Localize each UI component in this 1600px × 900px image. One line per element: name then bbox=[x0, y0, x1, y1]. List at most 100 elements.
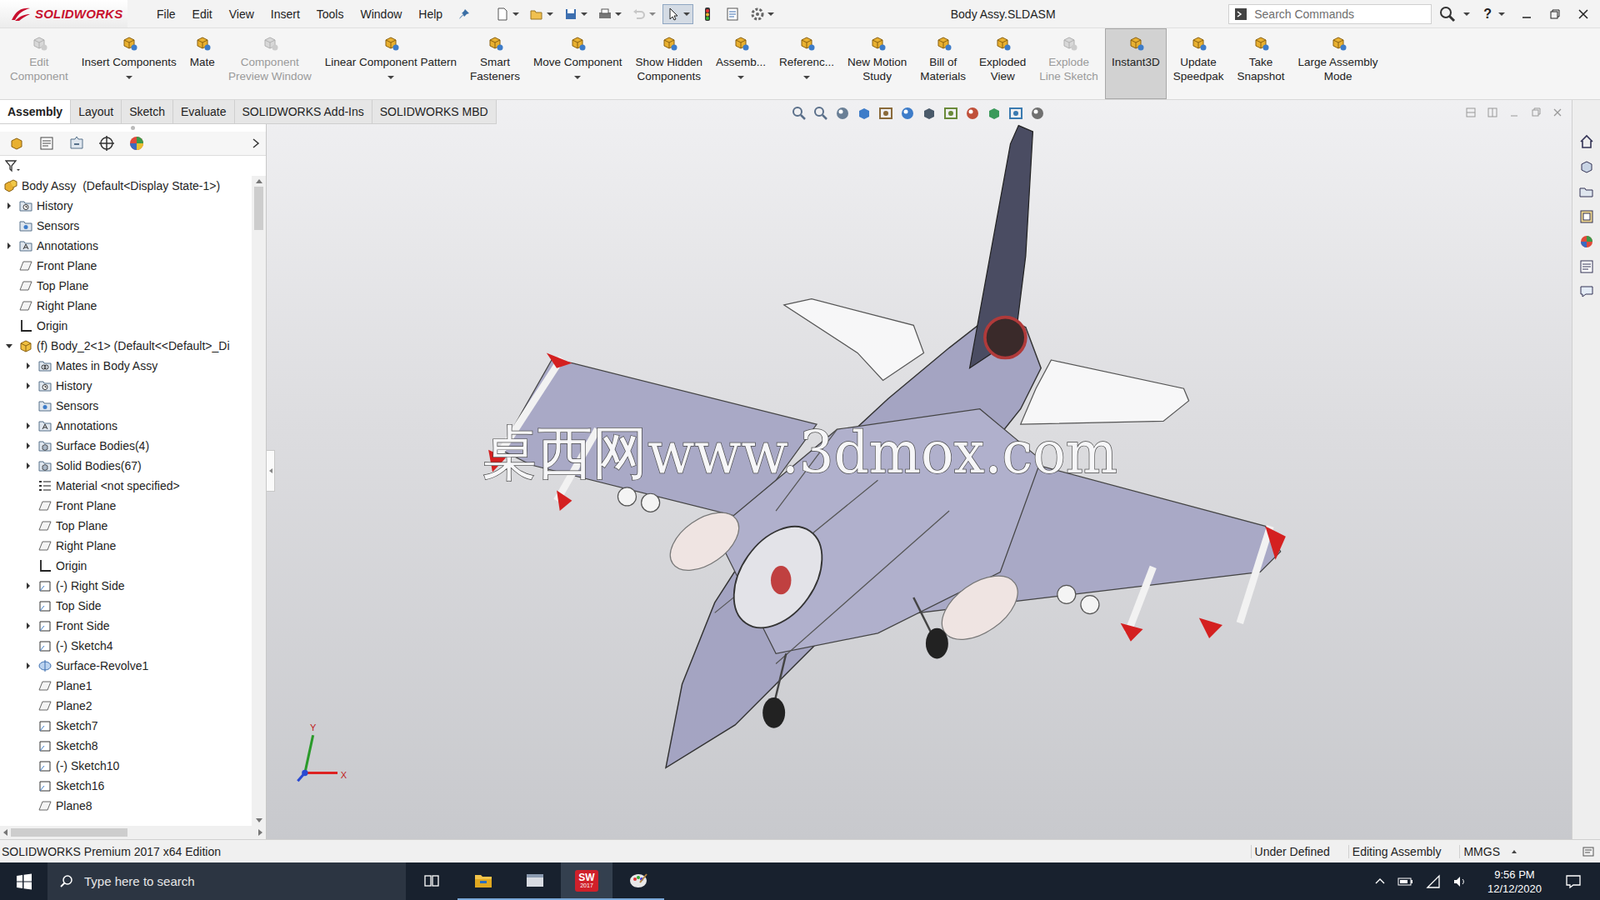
view-tool-icon[interactable] bbox=[920, 105, 938, 122]
taskbar-app[interactable] bbox=[509, 862, 561, 900]
property-manager-icon[interactable] bbox=[37, 134, 56, 153]
expander-icon[interactable] bbox=[22, 441, 35, 450]
ribbon-button[interactable]: ComponentPreview Window bbox=[221, 28, 319, 100]
tree-item[interactable]: Annotations bbox=[0, 415, 252, 436]
view-tool-icon[interactable] bbox=[964, 105, 981, 122]
view-tool-icon[interactable] bbox=[855, 105, 873, 122]
dropdown-caret[interactable] bbox=[649, 12, 656, 16]
view-tool-icon[interactable] bbox=[899, 105, 916, 122]
magnifier-icon[interactable] bbox=[1438, 5, 1457, 24]
ribbon-button[interactable]: ExplodedView bbox=[972, 28, 1033, 100]
menu-item[interactable]: View bbox=[221, 4, 262, 25]
tree-item[interactable]: Front Plane bbox=[0, 495, 252, 516]
view-tool-icon[interactable] bbox=[834, 105, 851, 122]
ribbon-button[interactable]: New MotionStudy bbox=[840, 28, 914, 100]
command-tab[interactable]: Layout bbox=[70, 100, 122, 124]
solidworks-logo[interactable]: SOLIDWORKS bbox=[0, 0, 128, 28]
expander-icon[interactable] bbox=[22, 421, 35, 430]
tree-item[interactable]: Annotations bbox=[0, 235, 252, 256]
tree-item[interactable]: Body Assy (Default<Display State-1>) bbox=[0, 175, 252, 196]
status-item[interactable]: MMGS bbox=[1459, 845, 1504, 859]
quick-access-button[interactable] bbox=[746, 4, 778, 25]
quick-access-button[interactable] bbox=[696, 4, 719, 25]
ribbon-button[interactable]: Assemb... bbox=[709, 28, 773, 100]
status-item[interactable]: Editing Assembly bbox=[1348, 845, 1445, 859]
windows-start-icon[interactable] bbox=[15, 873, 33, 890]
menu-item[interactable]: Insert bbox=[263, 4, 308, 25]
tile-icon[interactable] bbox=[1465, 106, 1477, 119]
panel-grip[interactable] bbox=[0, 123, 266, 132]
expander-icon[interactable] bbox=[3, 341, 15, 350]
volume-icon[interactable] bbox=[1452, 874, 1468, 890]
panel-collapse-handle[interactable] bbox=[266, 450, 275, 492]
dropdown-caret[interactable] bbox=[737, 75, 745, 80]
pin-icon[interactable] bbox=[458, 8, 470, 20]
expander-icon[interactable] bbox=[22, 621, 35, 630]
feature-manager-icon[interactable] bbox=[7, 134, 26, 153]
tree-item[interactable]: Top Plane bbox=[0, 275, 252, 296]
ribbon-button[interactable]: ExplodeLine Sketch bbox=[1032, 28, 1105, 100]
tile-vertical-icon[interactable] bbox=[1486, 106, 1499, 119]
command-tab[interactable]: Sketch bbox=[121, 100, 174, 124]
view-tool-icon[interactable] bbox=[877, 105, 895, 122]
scrollbar-thumb[interactable] bbox=[10, 828, 128, 837]
quick-access-button[interactable] bbox=[628, 4, 660, 25]
close-icon[interactable] bbox=[1576, 7, 1590, 21]
clock[interactable]: 9:56 PM 12/12/2020 bbox=[1487, 867, 1542, 896]
palette-icon[interactable] bbox=[1578, 208, 1595, 225]
quick-access-button[interactable] bbox=[491, 4, 523, 25]
taskbar-app[interactable] bbox=[405, 862, 458, 900]
vertical-scrollbar[interactable] bbox=[251, 175, 266, 826]
dropdown-caret[interactable] bbox=[580, 12, 588, 16]
network-icon[interactable] bbox=[1425, 874, 1441, 890]
dropdown-caret[interactable] bbox=[546, 12, 554, 16]
tree-item[interactable]: Sketch7 bbox=[0, 715, 252, 736]
folder-icon[interactable] bbox=[1578, 183, 1595, 200]
quick-access-button[interactable] bbox=[594, 4, 625, 25]
units-menu-icon[interactable] bbox=[1511, 850, 1517, 854]
restore-icon[interactable] bbox=[1548, 7, 1562, 21]
ribbon-button[interactable]: Large AssemblyMode bbox=[1291, 28, 1385, 100]
tree-item[interactable]: Surface-Revolve1 bbox=[0, 655, 252, 676]
ribbon-button[interactable]: Instant3D bbox=[1105, 28, 1167, 100]
taskbar-search[interactable]: Type here to search bbox=[47, 862, 406, 900]
tree-item[interactable]: Right Plane bbox=[0, 535, 252, 556]
dimxpert-manager-icon[interactable] bbox=[97, 134, 116, 153]
chevron-right-icon[interactable] bbox=[250, 137, 261, 150]
ribbon-button[interactable]: SmartFasteners bbox=[463, 28, 527, 100]
forum-icon[interactable] bbox=[1578, 283, 1595, 300]
tree-item[interactable]: Mates in Body Assy bbox=[0, 355, 252, 376]
model-view[interactable]: 桌西网www.3dmox.comYX bbox=[266, 100, 1572, 840]
help-button[interactable]: ? bbox=[1483, 6, 1492, 22]
ribbon-button[interactable]: Show HiddenComponents bbox=[629, 28, 710, 100]
view-tool-icon[interactable] bbox=[985, 105, 1003, 122]
tree-item[interactable]: Front Side bbox=[0, 615, 252, 636]
tree-item[interactable]: Plane8 bbox=[0, 795, 252, 816]
command-tab[interactable]: SOLIDWORKS Add-Ins bbox=[235, 100, 373, 124]
quick-access-button[interactable] bbox=[721, 4, 744, 25]
expander-icon[interactable] bbox=[3, 201, 15, 210]
dropdown-caret[interactable] bbox=[803, 75, 810, 80]
tree-item[interactable]: Plane2 bbox=[0, 695, 252, 716]
dropdown-caret[interactable] bbox=[1498, 12, 1505, 16]
ribbon-button[interactable]: Bill ofMaterials bbox=[913, 28, 973, 100]
view-tool-icon[interactable] bbox=[1029, 105, 1046, 122]
ribbon-button[interactable]: Linear Component Pattern bbox=[318, 28, 464, 100]
appearance-icon[interactable] bbox=[1578, 233, 1595, 250]
menu-item[interactable]: Window bbox=[352, 4, 410, 25]
menu-item[interactable]: Help bbox=[410, 4, 450, 25]
dropdown-caret[interactable] bbox=[512, 12, 520, 16]
quick-access-button[interactable] bbox=[560, 4, 591, 25]
ribbon-button[interactable]: UpdateSpeedpak bbox=[1166, 28, 1231, 100]
dropdown-caret[interactable] bbox=[125, 75, 133, 80]
dropdown-caret[interactable] bbox=[767, 12, 775, 16]
status-icon[interactable] bbox=[1581, 845, 1595, 859]
status-item[interactable]: Under Defined bbox=[1250, 845, 1334, 859]
ribbon-button[interactable]: TakeSnapshot bbox=[1230, 28, 1291, 100]
tree-item[interactable]: Solid Bodies(67) bbox=[0, 455, 252, 476]
tree-item[interactable]: History bbox=[0, 375, 252, 396]
tree-item[interactable]: (-) Sketch4 bbox=[0, 635, 252, 656]
filter-icon[interactable] bbox=[5, 159, 22, 173]
ribbon-button[interactable]: Insert Components bbox=[75, 28, 184, 100]
view-tool-icon[interactable] bbox=[942, 105, 960, 122]
